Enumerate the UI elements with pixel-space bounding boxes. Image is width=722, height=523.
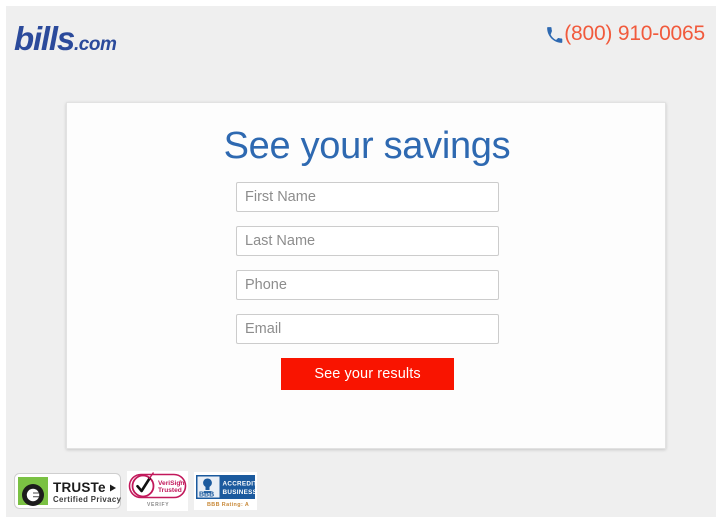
- page-header: bills.com (800) 910-0065: [6, 6, 716, 69]
- truste-badge[interactable]: TRUSTe Certified Privacy: [14, 472, 121, 514]
- svg-text:TRUSTe: TRUSTe: [53, 480, 106, 495]
- lead-form-card: See your savings See your results: [66, 102, 666, 449]
- last-name-input[interactable]: [236, 226, 499, 256]
- svg-text:Trusted: Trusted: [158, 487, 182, 494]
- lead-capture-form: See your results: [236, 182, 499, 390]
- phone-number-text: (800) 910-0065: [564, 22, 705, 45]
- svg-text:BBB Rating: A: BBB Rating: A: [207, 502, 249, 508]
- page-title: See your savings: [223, 125, 511, 167]
- site-logo[interactable]: bills.com: [14, 20, 117, 57]
- phone-number-link[interactable]: (800) 910-0065: [546, 22, 705, 46]
- email-input[interactable]: [236, 314, 499, 344]
- svg-text:Certified Privacy: Certified Privacy: [53, 495, 121, 504]
- svg-text:®: ®: [179, 479, 182, 484]
- see-your-results-button[interactable]: See your results: [281, 358, 454, 390]
- phone-icon: [546, 26, 563, 44]
- svg-text:BUSINESS: BUSINESS: [223, 489, 258, 496]
- svg-text:VERIFY: VERIFY: [147, 502, 169, 508]
- logo-tld: .com: [74, 34, 117, 55]
- svg-text:ACCREDITED: ACCREDITED: [223, 480, 258, 487]
- logo-brand: bills: [14, 20, 75, 57]
- bbb-badge[interactable]: BBB ACCREDITED BUSINESS BBB Rating: A: [194, 471, 267, 515]
- phone-input[interactable]: [236, 270, 499, 300]
- page-root: bills.com (800) 910-0065 See your saving…: [6, 6, 716, 517]
- svg-text:BBB: BBB: [199, 491, 214, 498]
- verisign-badge[interactable]: VeriSign Trusted ® VERIFY: [127, 470, 188, 516]
- trust-badges-row: TRUSTe Certified Privacy VeriSign Truste…: [14, 470, 267, 516]
- first-name-input[interactable]: [236, 182, 499, 212]
